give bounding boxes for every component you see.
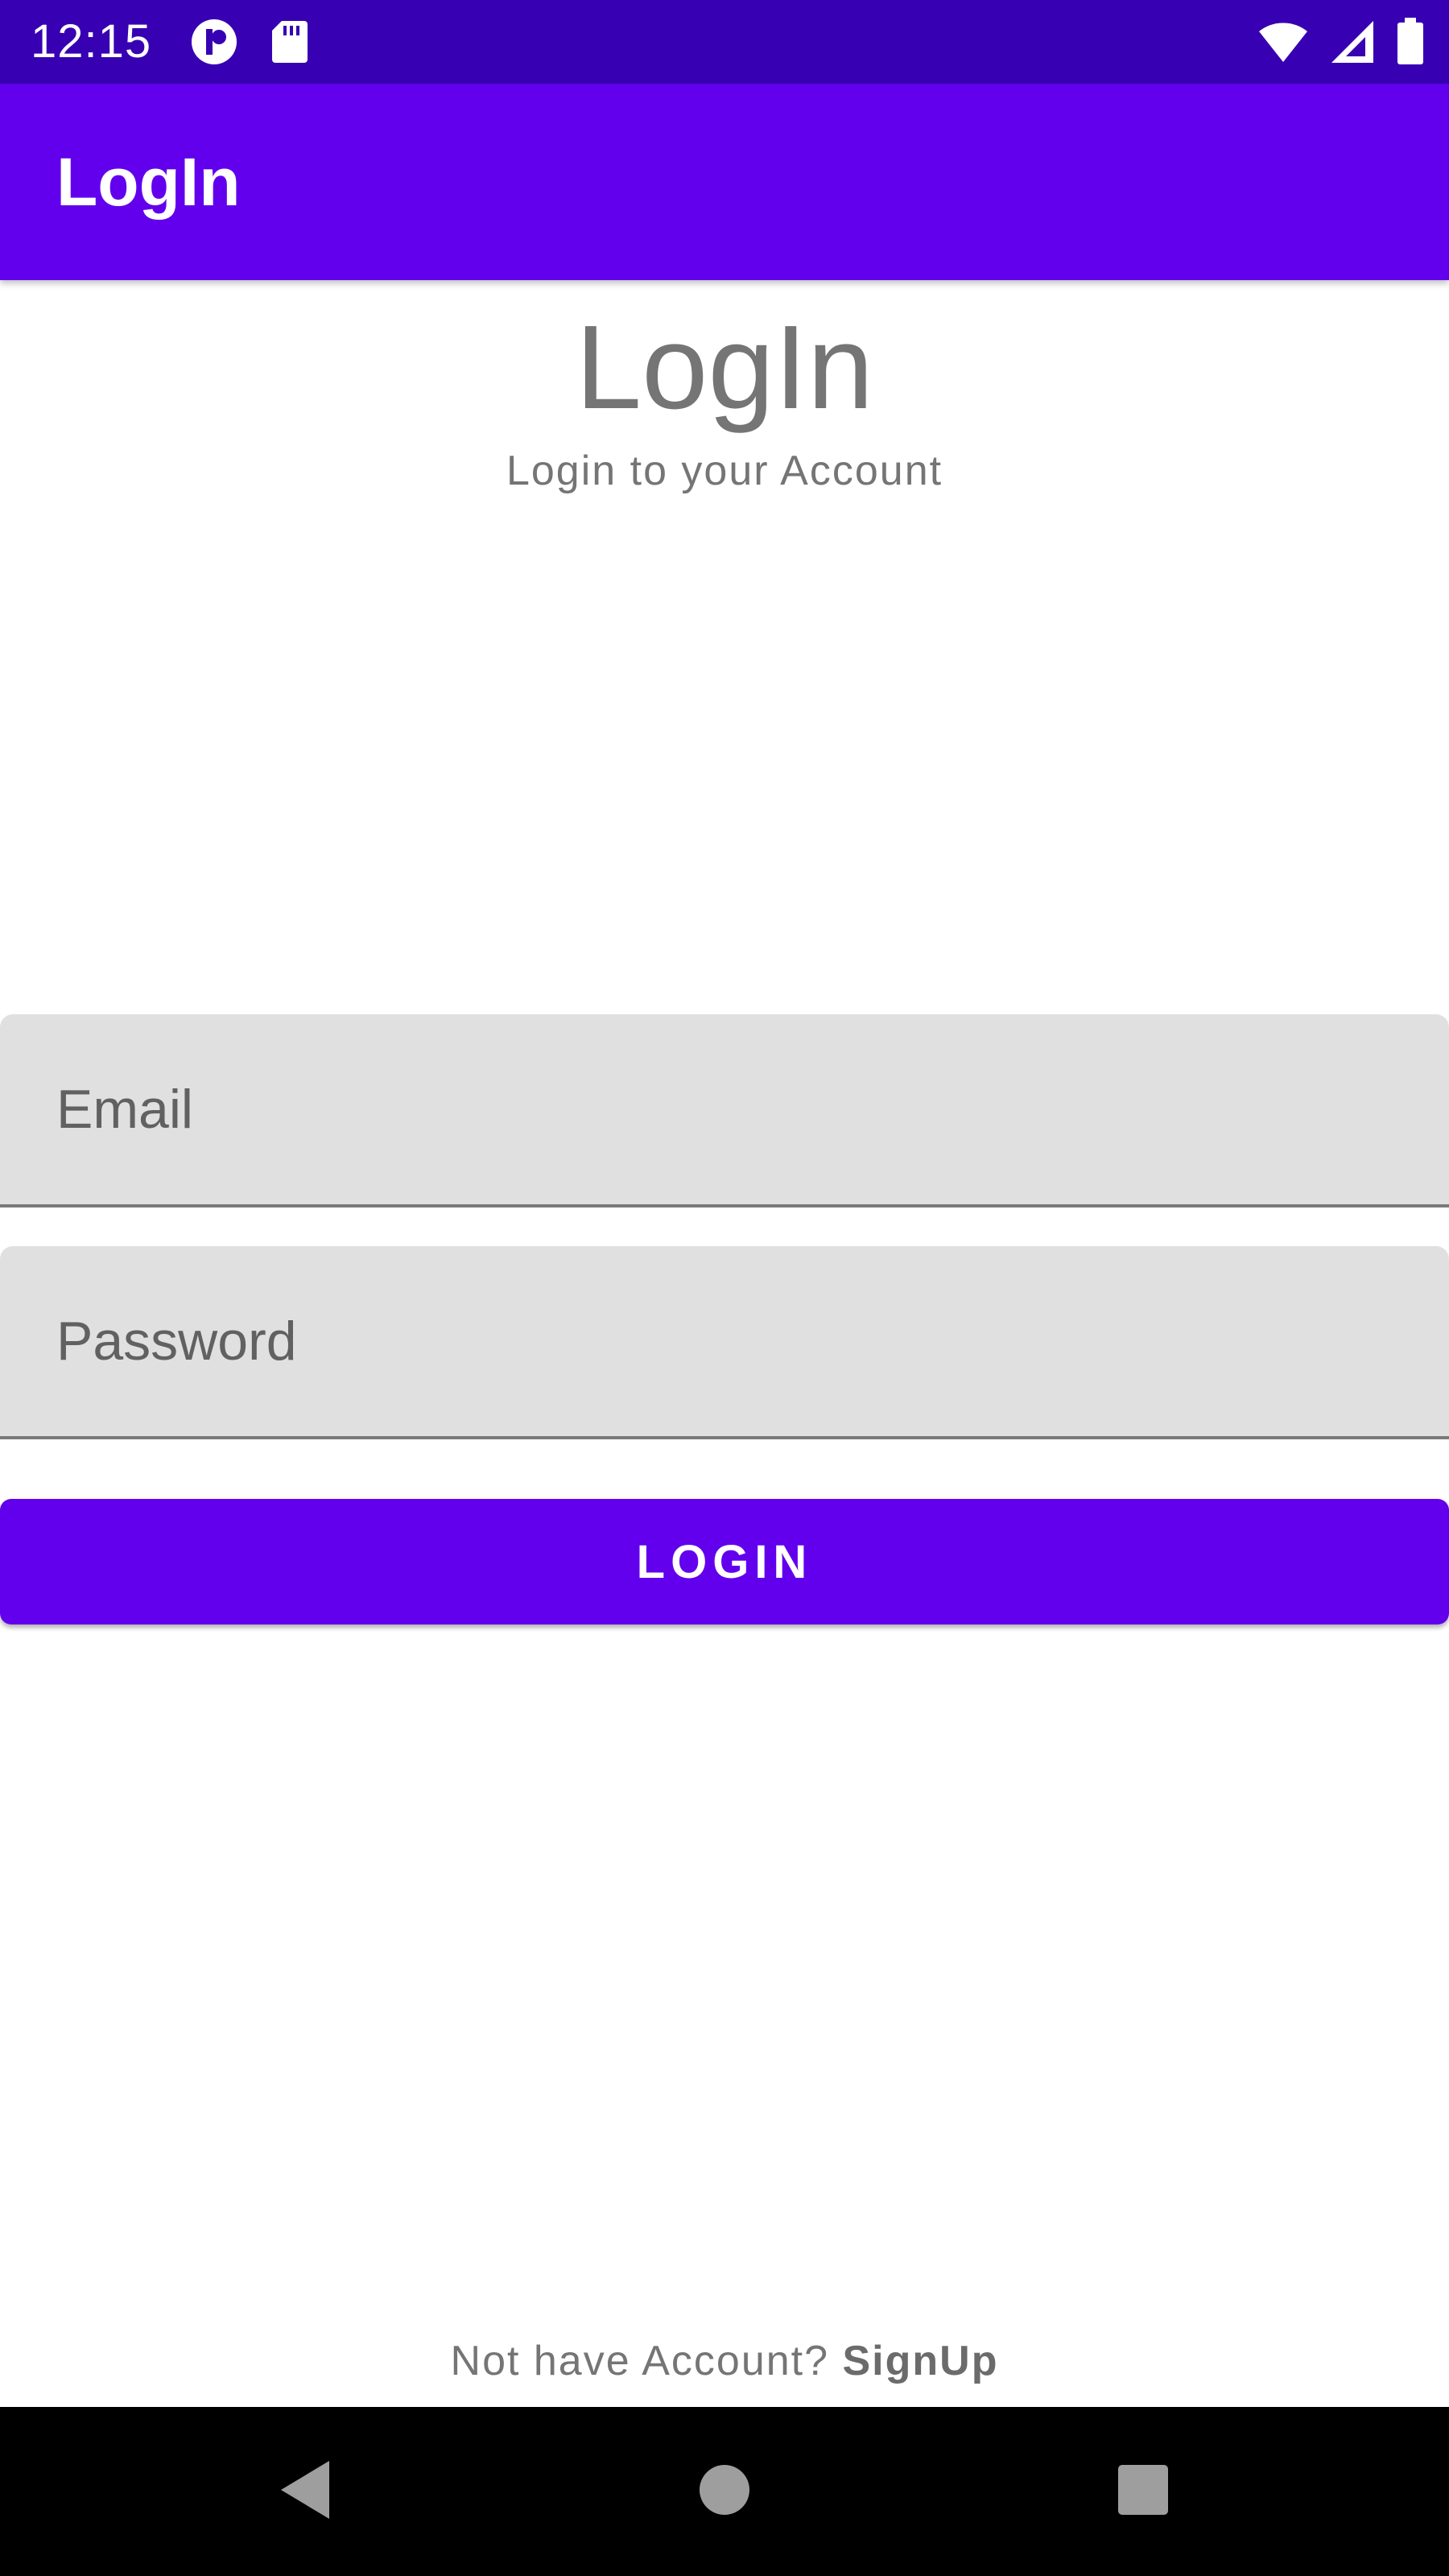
signup-prompt: Not have Account? SignUp [0,2333,1449,2389]
recents-icon [1117,2463,1170,2520]
login-button[interactable]: LOGIN [0,1499,1449,1624]
password-field[interactable] [0,1246,1449,1436]
signup-prompt-text: Not have Account? [450,2338,843,2384]
nav-home-button[interactable] [660,2407,789,2576]
signup-link[interactable]: SignUp [842,2338,998,2384]
page-title: LogIn [575,301,874,434]
app-bar: LogIn [0,84,1449,280]
status-right-icons [1257,18,1425,66]
status-left-icons [190,18,309,66]
back-icon [278,2458,334,2526]
home-icon [698,2463,751,2520]
email-field[interactable] [0,1014,1449,1204]
sd-card-icon [270,19,309,64]
app-bar-title: LogIn [56,144,241,220]
system-nav-bar [0,2407,1449,2576]
login-screen: 12:15 LogIn LogIn Login to your Account … [0,0,1449,2576]
signal-icon [1330,19,1375,64]
page-subtitle: Login to your Account [506,448,943,494]
wifi-icon [1257,20,1309,64]
email-field-container [0,1014,1449,1208]
status-bar: 12:15 [0,0,1449,84]
nav-recents-button[interactable] [1079,2407,1208,2576]
battery-icon [1396,18,1425,66]
status-time: 12:15 [31,15,152,68]
password-field-container [0,1246,1449,1439]
nav-back-button[interactable] [242,2407,370,2576]
app-notification-icon [190,18,238,66]
